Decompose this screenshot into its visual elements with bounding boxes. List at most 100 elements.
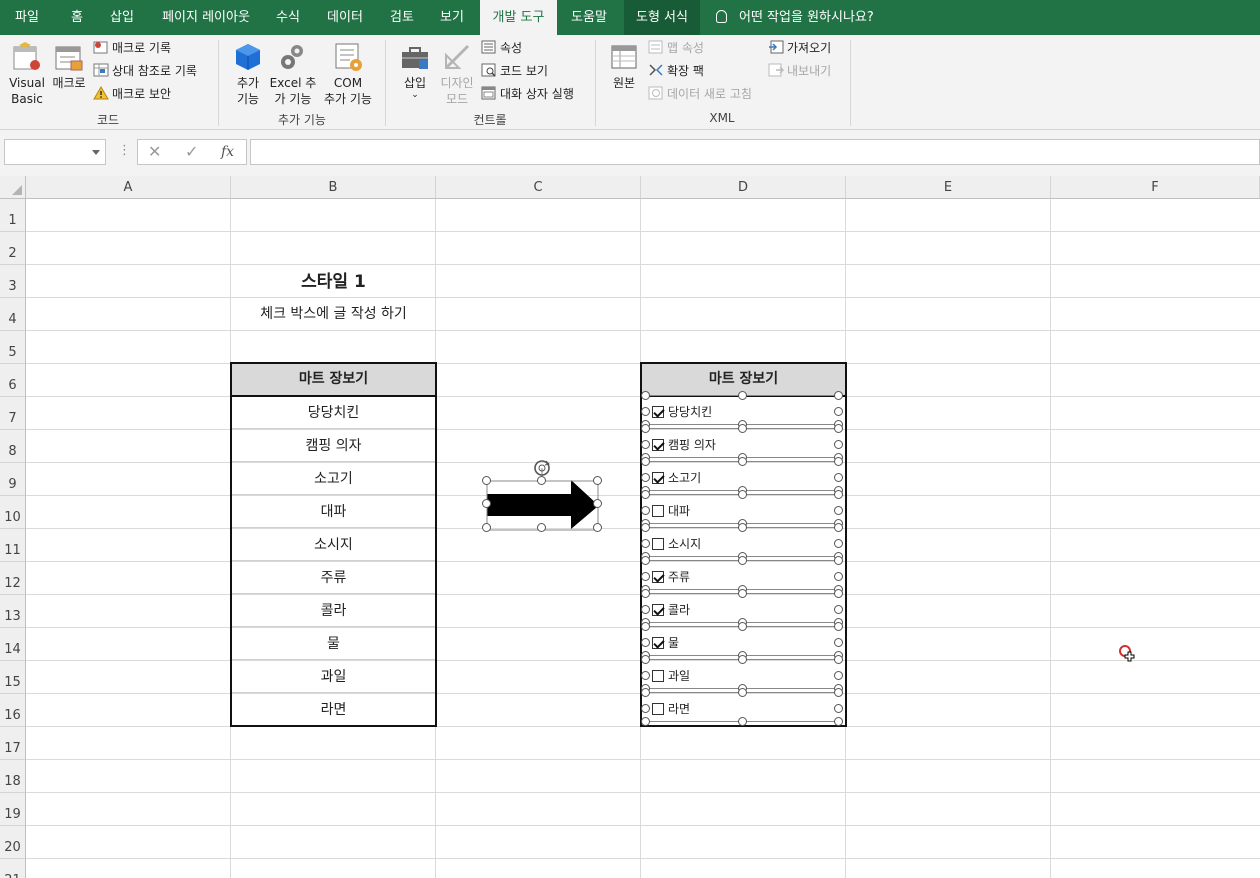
resize-handle[interactable] — [641, 407, 650, 416]
checkbox-checked-icon[interactable] — [652, 637, 664, 649]
map-properties-button[interactable]: 맵 속성 — [648, 38, 704, 58]
tab-shape-format[interactable]: 도형 서식 — [624, 0, 700, 35]
tab-page-layout[interactable]: 페이지 레이아웃 — [150, 0, 262, 35]
resize-handle[interactable] — [641, 506, 650, 515]
record-macro-button[interactable]: 매크로 기록 — [93, 38, 171, 58]
checkbox-checked-icon[interactable] — [652, 406, 664, 418]
row-header-7[interactable]: 7 — [0, 397, 26, 430]
row-header-13[interactable]: 13 — [0, 595, 26, 628]
tab-formulas[interactable]: 수식 — [266, 0, 310, 35]
checkbox-control[interactable]: 주류 — [652, 568, 690, 586]
arrow-shape[interactable] — [476, 454, 610, 544]
resize-handle[interactable] — [537, 523, 546, 532]
row-header-14[interactable]: 14 — [0, 628, 26, 661]
insert-function-icon[interactable]: fx — [221, 144, 234, 160]
resize-handle[interactable] — [482, 476, 491, 485]
tab-help[interactable]: 도움말 — [560, 0, 618, 35]
formula-bar-grip-icon[interactable]: ⋮ — [118, 143, 131, 158]
resize-handle[interactable] — [641, 671, 650, 680]
resize-handle[interactable] — [738, 688, 747, 697]
tab-developer[interactable]: 개발 도구 — [480, 0, 557, 35]
resize-handle[interactable] — [834, 407, 843, 416]
resize-handle[interactable] — [641, 655, 650, 664]
checkbox-checked-icon[interactable] — [652, 571, 664, 583]
resize-handle[interactable] — [641, 457, 650, 466]
resize-handle[interactable] — [641, 473, 650, 482]
resize-handle[interactable] — [641, 688, 650, 697]
resize-handle[interactable] — [641, 556, 650, 565]
resize-handle[interactable] — [834, 704, 843, 713]
resize-handle[interactable] — [593, 523, 602, 532]
visual-basic-button[interactable]: Visual Basic — [6, 41, 48, 107]
checkbox-control[interactable]: 캠핑 의자 — [652, 436, 716, 454]
column-header-c[interactable]: C — [436, 176, 641, 199]
resize-handle[interactable] — [834, 490, 843, 499]
column-header-b[interactable]: B — [231, 176, 436, 199]
row-header-4[interactable]: 4 — [0, 298, 26, 331]
row-header-8[interactable]: 8 — [0, 430, 26, 463]
resize-handle[interactable] — [834, 638, 843, 647]
resize-handle[interactable] — [738, 457, 747, 466]
resize-handle[interactable] — [834, 717, 843, 726]
resize-handle[interactable] — [738, 622, 747, 631]
checkbox-control[interactable]: 당당치킨 — [652, 403, 712, 421]
xml-import-button[interactable]: 가져오기 — [768, 38, 831, 58]
resize-handle[interactable] — [834, 605, 843, 614]
resize-handle[interactable] — [641, 572, 650, 581]
row-header-3[interactable]: 3 — [0, 265, 26, 298]
view-code-button[interactable]: 코드 보기 — [481, 61, 548, 81]
resize-handle[interactable] — [537, 476, 546, 485]
formula-input[interactable] — [250, 139, 1260, 165]
row-header-9[interactable]: 9 — [0, 463, 26, 496]
resize-handle[interactable] — [834, 539, 843, 548]
run-dialog-button[interactable]: 대화 상자 실행 — [481, 84, 574, 104]
design-mode-button[interactable]: 디자인 모드 — [436, 41, 478, 107]
resize-handle[interactable] — [834, 622, 843, 631]
row-header-2[interactable]: 2 — [0, 232, 26, 265]
resize-handle[interactable] — [834, 671, 843, 680]
resize-handle[interactable] — [641, 704, 650, 713]
row-header-15[interactable]: 15 — [0, 661, 26, 694]
properties-button[interactable]: 속성 — [481, 38, 522, 58]
checkbox-control[interactable]: 소고기 — [652, 469, 701, 487]
resize-handle[interactable] — [641, 523, 650, 532]
resize-handle[interactable] — [641, 589, 650, 598]
addins-button[interactable]: 추가 기능 — [228, 41, 268, 107]
cancel-icon[interactable]: ✕ — [148, 142, 161, 161]
row-header-18[interactable]: 18 — [0, 760, 26, 793]
row-header-16[interactable]: 16 — [0, 694, 26, 727]
tell-me-search[interactable]: 어떤 작업을 원하시나요? — [716, 0, 874, 35]
row-header-17[interactable]: 17 — [0, 727, 26, 760]
resize-handle[interactable] — [593, 476, 602, 485]
checkbox-control[interactable]: 소시지 — [652, 535, 701, 553]
resize-handle[interactable] — [834, 391, 843, 400]
column-header-d[interactable]: D — [641, 176, 846, 199]
tab-review[interactable]: 검토 — [380, 0, 424, 35]
checkbox-control[interactable]: 콜라 — [652, 601, 690, 619]
select-all-corner[interactable] — [0, 176, 26, 199]
tab-insert[interactable]: 삽입 — [100, 0, 144, 35]
resize-handle[interactable] — [834, 572, 843, 581]
relative-reference-button[interactable]: 상대 참조로 기록 — [93, 61, 197, 81]
resize-handle[interactable] — [593, 499, 602, 508]
row-header-12[interactable]: 12 — [0, 562, 26, 595]
resize-handle[interactable] — [738, 556, 747, 565]
resize-handle[interactable] — [738, 391, 747, 400]
resize-handle[interactable] — [738, 424, 747, 433]
checkbox-checked-icon[interactable] — [652, 472, 664, 484]
resize-handle[interactable] — [834, 655, 843, 664]
resize-handle[interactable] — [834, 473, 843, 482]
row-header-19[interactable]: 19 — [0, 793, 26, 826]
resize-handle[interactable] — [738, 589, 747, 598]
expansion-packs-button[interactable]: 확장 팩 — [648, 61, 704, 81]
tab-home[interactable]: 홈 — [60, 0, 94, 35]
checkbox-unchecked-icon[interactable] — [652, 670, 664, 682]
resize-handle[interactable] — [641, 638, 650, 647]
row-header-1[interactable]: 1 — [0, 199, 26, 232]
resize-handle[interactable] — [834, 424, 843, 433]
refresh-data-button[interactable]: 데이터 새로 고침 — [648, 84, 752, 104]
row-header-11[interactable]: 11 — [0, 529, 26, 562]
row-header-21[interactable]: 21 — [0, 859, 26, 878]
tab-data[interactable]: 데이터 — [318, 0, 372, 35]
xml-export-button[interactable]: 내보내기 — [768, 61, 831, 81]
